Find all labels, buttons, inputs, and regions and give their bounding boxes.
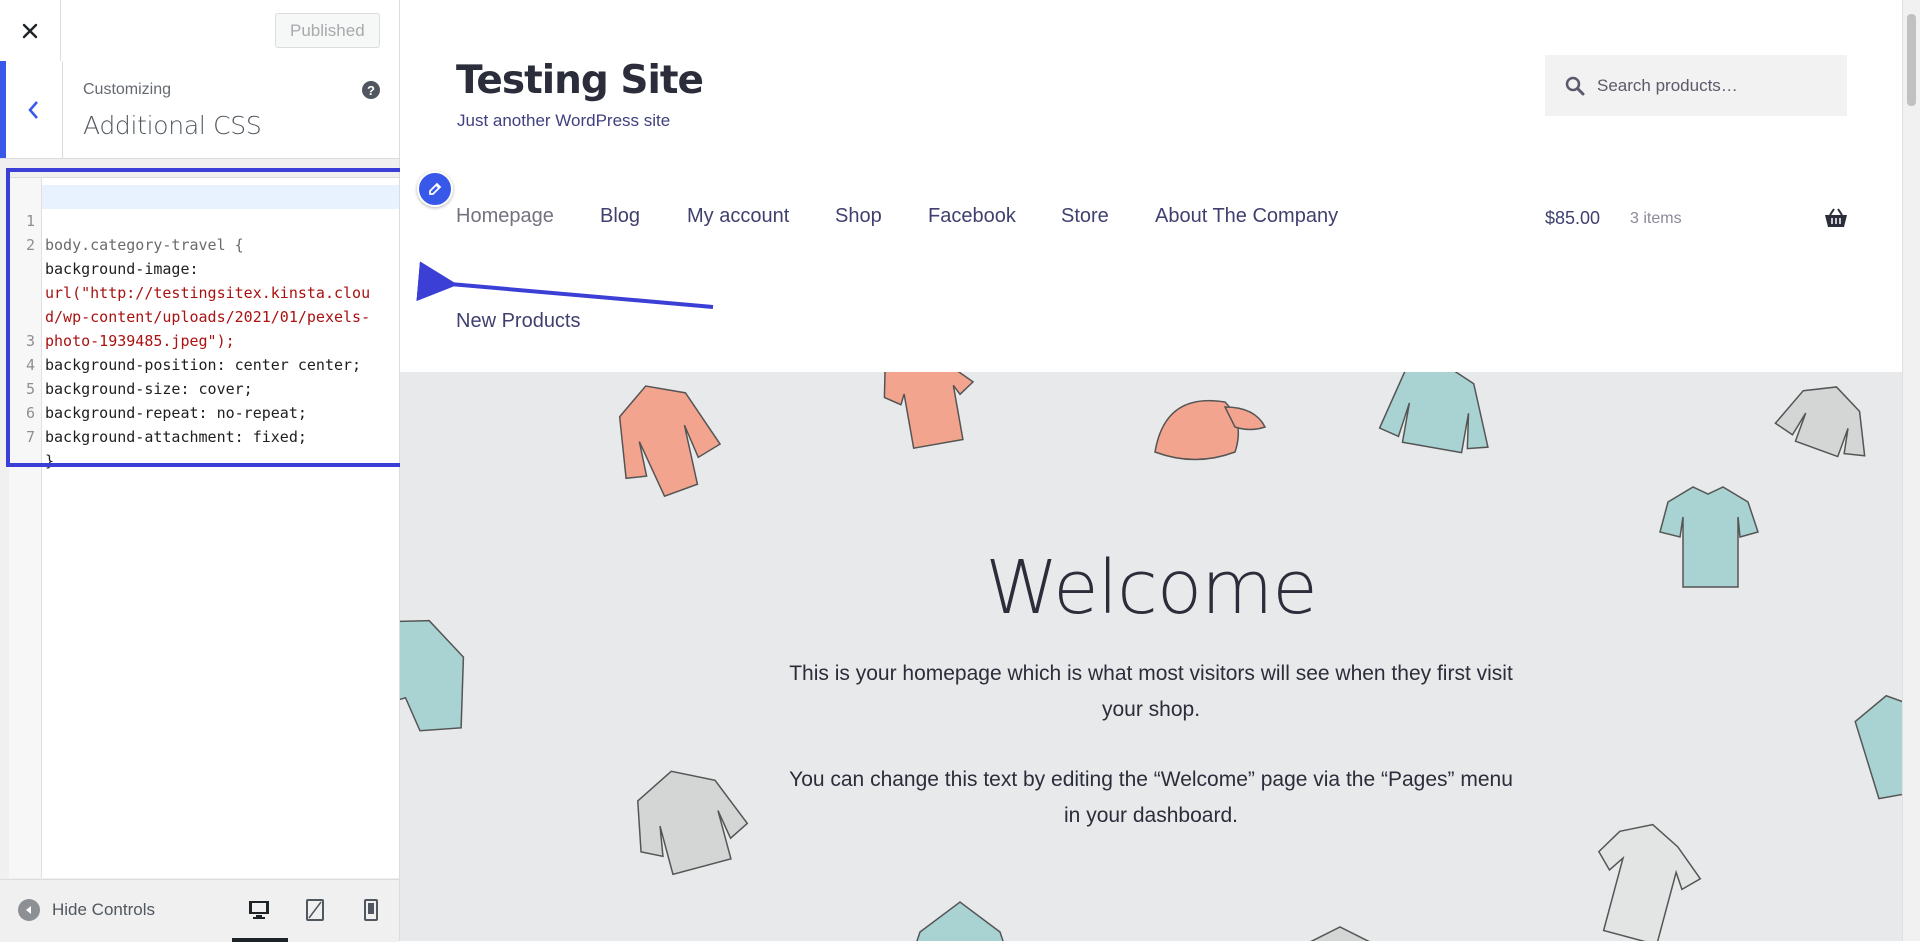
hide-controls-label: Hide Controls [52,900,155,919]
close-customizer-button[interactable] [0,0,61,61]
site-preview: Testing Site Just another WordPress site… [400,0,1920,941]
site-tagline: Just another WordPress site [457,111,671,130]
close-icon [22,23,38,38]
chevron-left-icon [28,100,38,119]
annotation-highlight-box [6,168,416,467]
published-button[interactable]: Published [275,13,380,48]
welcome-edit-hint-text: You can change this text by editing the … [400,762,1902,834]
nav-item-facebook[interactable]: Facebook [928,205,1016,228]
mobile-preview-button[interactable] [358,898,384,922]
customizer-sidebar: Published Customizing Additional CSS ? 1… [0,0,400,942]
section-header: Customizing Additional CSS ? [0,61,399,159]
back-button[interactable] [0,61,63,158]
welcome-heading: Welcome [985,545,1318,631]
help-icon[interactable]: ? [362,81,380,99]
welcome-intro-text: This is your homepage which is what most… [400,656,1902,728]
collapse-arrow-icon [18,899,40,921]
site-header: Testing Site Just another WordPress site… [400,0,1902,372]
product-search-input[interactable]: Search products… [1545,55,1847,116]
search-placeholder: Search products… [1597,75,1738,95]
edit-shortcut-button[interactable] [417,171,453,207]
desktop-icon [249,901,269,919]
mobile-icon [364,899,378,921]
nav-item-store[interactable]: Store [1061,205,1109,228]
site-title[interactable]: Testing Site [456,58,704,103]
search-icon [1565,76,1585,95]
desktop-preview-button[interactable] [232,898,288,942]
tablet-preview-button[interactable] [302,898,328,922]
cart-total[interactable]: $85.00 [1545,208,1600,229]
section-title: Additional CSS [83,111,262,140]
customizer-footer: Hide Controls [0,879,399,942]
intro-paragraph-2: You can change this text by editing the … [789,768,1513,827]
tablet-icon [306,899,324,921]
nav-item-about-the-company[interactable]: About The Company [1155,205,1338,228]
nav-item-homepage[interactable]: Homepage [456,205,554,228]
nav-item-my-account[interactable]: My account [687,205,789,228]
intro-paragraph-1: This is your homepage which is what most… [789,662,1513,721]
cart-item-count[interactable]: 3 items [1630,210,1682,228]
basket-icon[interactable] [1824,207,1848,229]
customizer-topbar: Published [0,0,399,62]
nav-item-shop[interactable]: Shop [835,205,882,228]
customizing-label: Customizing [83,81,172,98]
nav-item-blog[interactable]: Blog [600,205,640,228]
hide-controls-button[interactable]: Hide Controls [18,899,155,921]
pencil-icon [429,182,442,195]
preview-scrollbar[interactable] [1902,0,1920,941]
scroll-thumb[interactable] [1907,14,1916,106]
nav-item-new-products[interactable]: New Products [456,310,581,333]
